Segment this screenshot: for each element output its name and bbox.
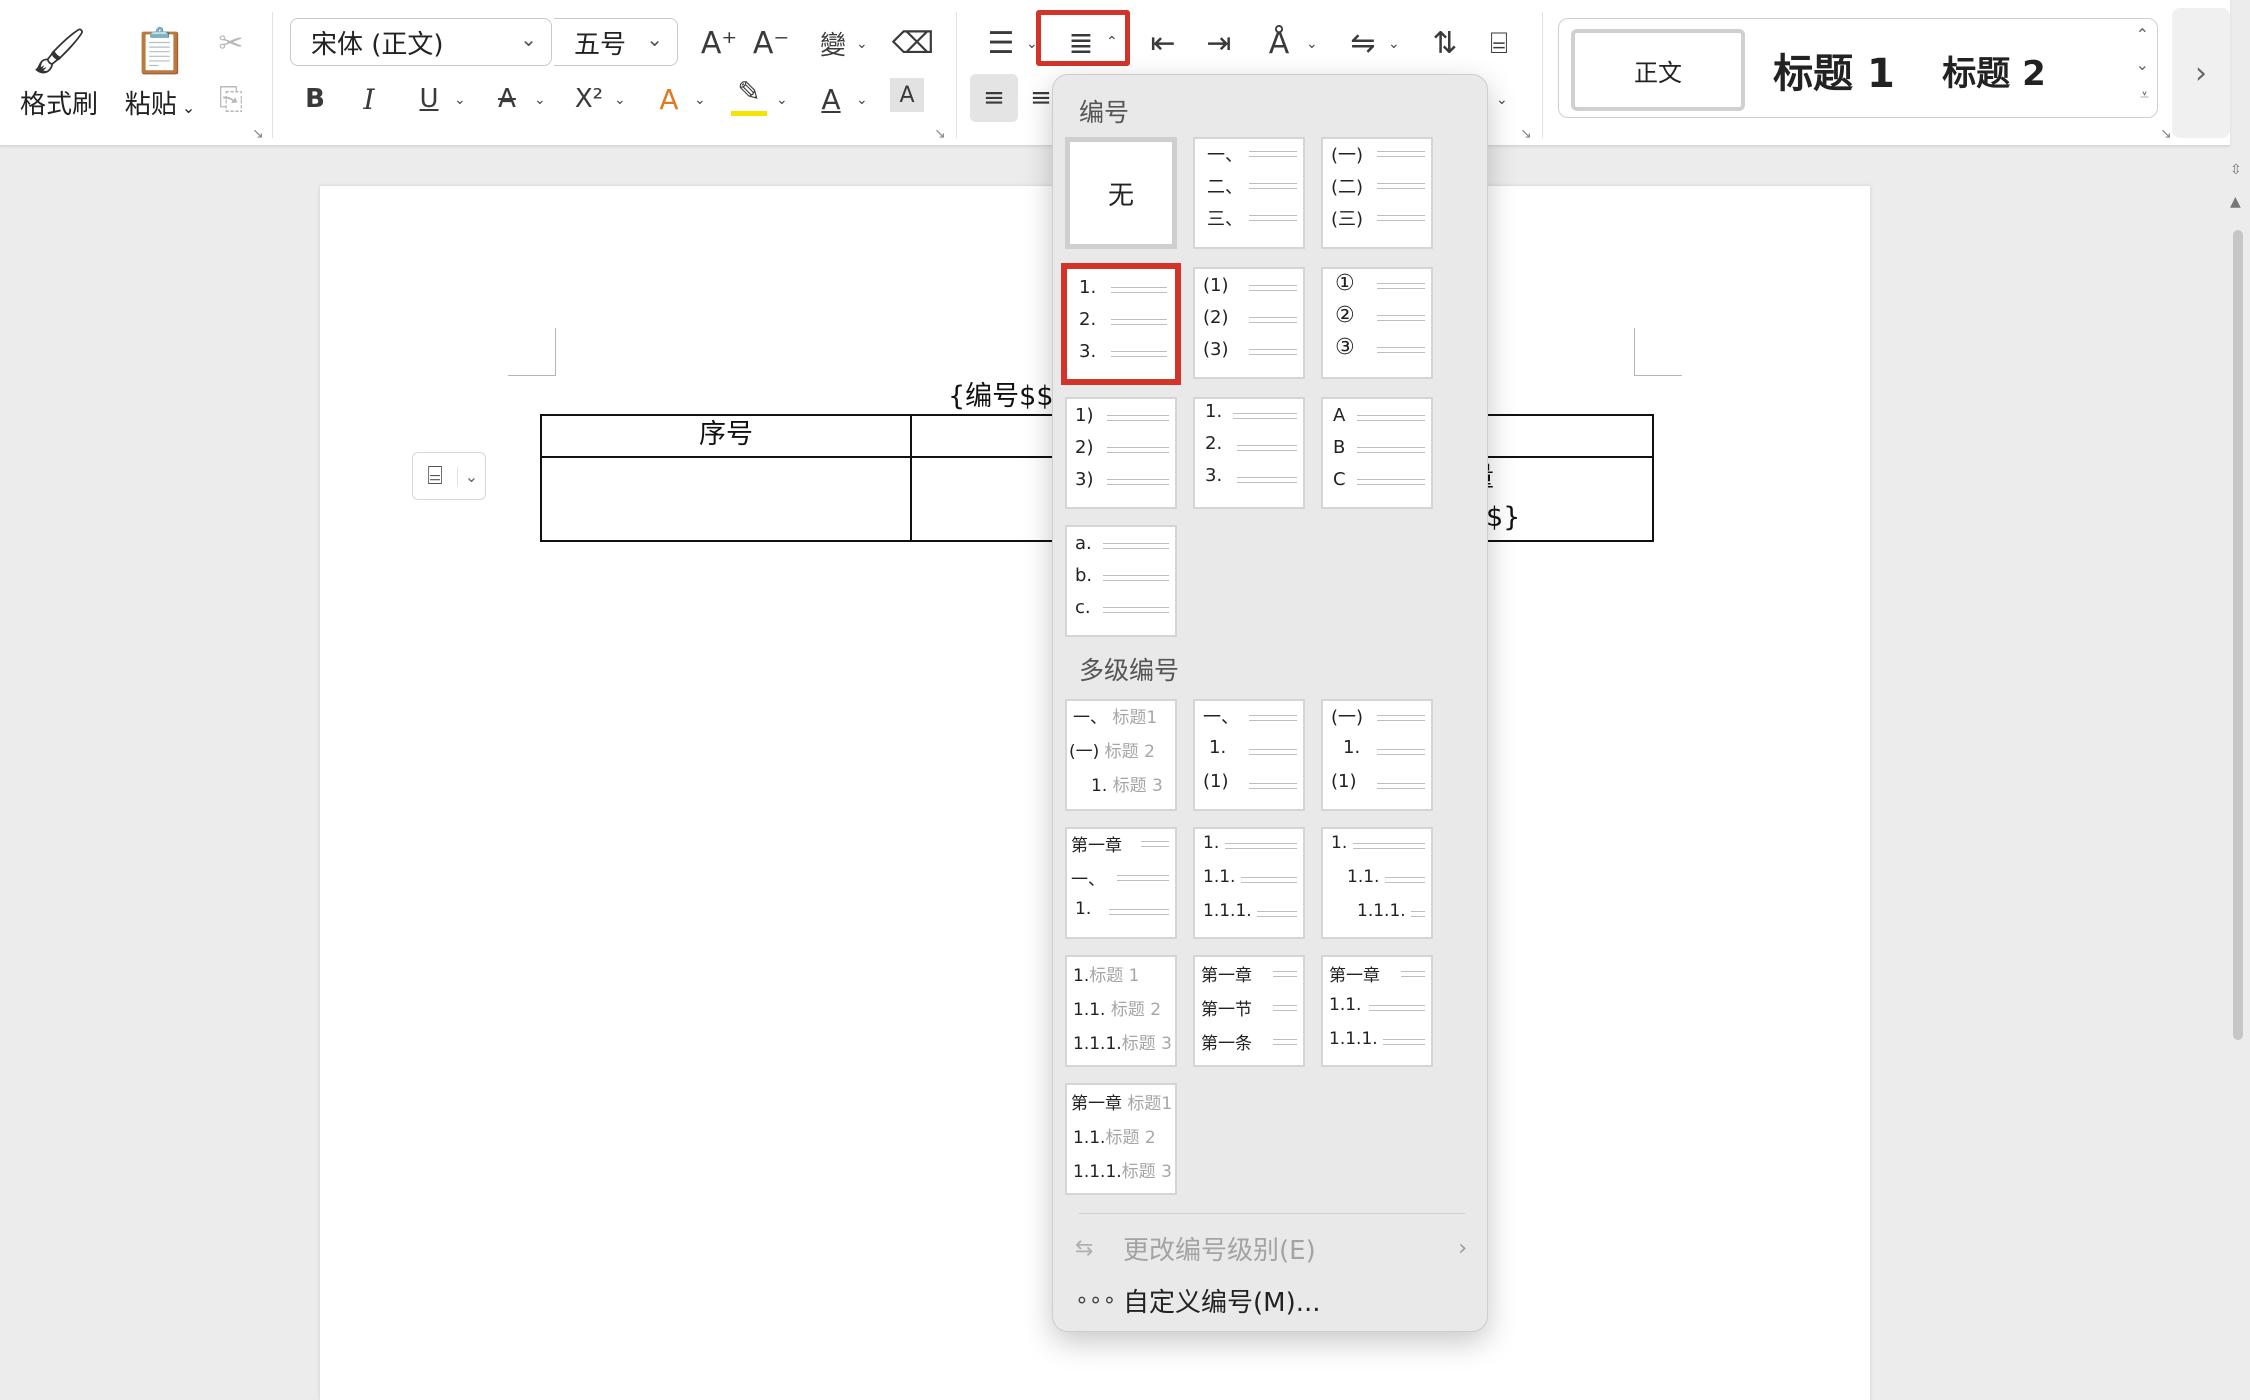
section-title-numbering: 编号 <box>1079 98 1130 127</box>
chevron-down-icon[interactable]: ⌄ <box>614 92 626 108</box>
style-heading-2[interactable]: 标题 2 <box>1919 29 2069 111</box>
font-size-select[interactable]: 五号 ⌄ <box>554 18 678 66</box>
numbering-circled-option[interactable]: ① ② ③ <box>1321 267 1433 379</box>
paintbrush-icon: 🖌 <box>31 26 87 77</box>
shrink-font-icon[interactable]: A⁻ <box>744 16 798 70</box>
numbering-arabic-dot-option[interactable]: 1. 2. 3. <box>1061 263 1181 385</box>
ribbon-next-chevron-icon[interactable]: › <box>2172 8 2230 138</box>
strikethrough-button[interactable]: A <box>480 72 534 126</box>
numbering-arabic-rparen-option[interactable]: 1) 2) 3) <box>1065 397 1177 509</box>
clipboard-icon: 📋 <box>132 26 188 77</box>
chevron-down-icon[interactable]: ⌄ <box>1496 92 1508 108</box>
align-left-icon[interactable]: ≡ <box>970 74 1018 122</box>
chevron-down-icon[interactable]: ⌄ <box>454 92 466 108</box>
scroll-up-icon[interactable]: ▲ <box>2230 194 2241 210</box>
gallery-expand-icon[interactable]: ⩡ <box>2140 85 2149 105</box>
divider <box>272 12 273 138</box>
highlight-icon[interactable]: ✎ <box>731 72 767 116</box>
multilevel-option-4[interactable]: 第一章 一、 1. <box>1065 827 1177 939</box>
font-dialog-launcher-icon[interactable]: ↘ <box>934 126 946 142</box>
chevron-down-icon: ⌄ <box>520 27 537 51</box>
numbering-dropdown-menu: 编号 无 一、 二、 三、 (一) (二) (三) 1. 2. 3. (1) (… <box>1052 74 1488 1332</box>
font-name-select[interactable]: 宋体 (正文) ⌄ <box>290 18 552 66</box>
scrollbar-thumb[interactable] <box>2233 230 2243 1040</box>
text-direction-icon[interactable]: Å <box>1252 16 1306 70</box>
styles-gallery: 正文 标题 1 标题 2 ⌃ ⌄ ⩡ <box>1558 18 2158 118</box>
gallery-scroll-up-icon[interactable]: ⌃ <box>2136 25 2149 44</box>
numbering-none-option[interactable]: 无 <box>1065 137 1177 249</box>
gallery-scroll-down-icon[interactable]: ⌄ <box>2136 55 2149 74</box>
change-level-icon: ⇆ <box>1075 1235 1094 1261</box>
multilevel-option-3[interactable]: (一) 1. (1) <box>1321 699 1433 811</box>
multilevel-option-1[interactable]: 一、 标题1 (一) 标题 2 1. 标题 3 <box>1065 699 1177 811</box>
scroll-split-icon[interactable]: ⇳ <box>2230 162 2242 178</box>
chevron-down-icon: ⌄ <box>176 98 196 117</box>
multilevel-option-7[interactable]: 1.标题 1 1.1. 标题 2 1.1.1.标题 3 <box>1065 955 1177 1067</box>
format-painter-button[interactable]: 🖌 格式刷 <box>14 20 104 121</box>
table-handle[interactable]: ⌸ ⌄ <box>412 452 486 500</box>
phonetic-guide-icon[interactable]: 變 <box>806 16 860 70</box>
table-header-cell[interactable]: 序号 <box>540 414 912 458</box>
paste-button[interactable]: 📋 粘贴 ⌄ <box>112 20 208 121</box>
multilevel-option-8[interactable]: 第一章 第一节 第一条 <box>1193 955 1305 1067</box>
text-flow-icon[interactable]: ⇋ <box>1336 16 1390 70</box>
menu-divider <box>1079 1213 1465 1214</box>
bold-button[interactable]: B <box>288 72 342 126</box>
change-numbering-level-item[interactable]: ⇆ 更改编号级别(E) › <box>1075 1225 1471 1271</box>
numbering-arabic-dot-wide-option[interactable]: 1. 2. 3. <box>1193 397 1305 509</box>
vertical-scrollbar[interactable]: ⇳ ▲ <box>2228 150 2250 1400</box>
paragraph-dialog-launcher-icon[interactable]: ↘ <box>1520 126 1532 142</box>
chevron-down-icon[interactable]: ⌄ <box>534 92 546 108</box>
multilevel-option-9[interactable]: 第一章 1.1. 1.1.1. <box>1321 955 1433 1067</box>
numbering-cn-paren-option[interactable]: (一) (二) (三) <box>1321 137 1433 249</box>
style-heading-1[interactable]: 标题 1 <box>1759 29 1909 111</box>
divider <box>1542 12 1543 138</box>
multilevel-option-5[interactable]: 1. 1.1. 1.1.1. <box>1193 827 1305 939</box>
decrease-indent-icon[interactable]: ⇤ <box>1136 16 1190 70</box>
char-shading-icon[interactable]: A <box>890 78 924 112</box>
chevron-down-icon[interactable]: ⌄ <box>776 92 788 108</box>
clear-format-eraser-icon[interactable]: ⌫ <box>886 16 940 70</box>
chevron-right-icon: › <box>1458 1235 1467 1261</box>
underline-button[interactable]: U <box>402 72 456 126</box>
chevron-down-icon[interactable]: ⌄ <box>694 92 706 108</box>
increase-indent-icon[interactable]: ⇥ <box>1192 16 1246 70</box>
font-color-icon[interactable]: A <box>804 72 858 126</box>
show-marks-icon[interactable]: ⌸ <box>1472 16 1526 70</box>
divider <box>956 12 957 138</box>
numbering-lower-alpha-option[interactable]: a. b. c. <box>1065 525 1177 637</box>
multilevel-option-10[interactable]: 第一章 标题1 1.1.标题 2 1.1.1.标题 3 <box>1065 1083 1177 1195</box>
style-normal[interactable]: 正文 <box>1571 29 1745 111</box>
copy-icon[interactable]: ⎘ <box>204 72 258 126</box>
numbering-cn-comma-option[interactable]: 一、 二、 三、 <box>1193 137 1305 249</box>
chevron-down-icon[interactable]: ⌄ <box>1306 36 1318 52</box>
chevron-down-icon: ⌄ <box>457 466 485 486</box>
section-title-multilevel: 多级编号 <box>1079 656 1180 685</box>
table-select-icon: ⌸ <box>427 460 443 491</box>
clipboard-dialog-launcher-icon[interactable]: ↘ <box>252 126 264 142</box>
chevron-down-icon[interactable]: ⌄ <box>856 36 868 52</box>
numbering-arabic-paren-option[interactable]: (1) (2) (3) <box>1193 267 1305 379</box>
table-cell[interactable] <box>540 456 912 542</box>
chevron-down-icon: ⌄ <box>646 27 663 51</box>
more-dots-icon: ∘∘∘ <box>1075 1287 1117 1313</box>
numbering-button-highlight <box>1036 10 1130 66</box>
cut-icon[interactable]: ✂ <box>204 16 258 70</box>
grow-font-icon[interactable]: A⁺ <box>692 16 746 70</box>
custom-numbering-item[interactable]: ∘∘∘ 自定义编号(M)... <box>1075 1277 1471 1323</box>
text-effect-icon[interactable]: A <box>642 72 696 126</box>
multilevel-option-6[interactable]: 1. 1.1. 1.1.1. <box>1321 827 1433 939</box>
italic-button[interactable]: I <box>342 72 396 126</box>
crop-mark <box>508 328 556 376</box>
sort-icon[interactable]: ⇅ <box>1418 16 1472 70</box>
chevron-down-icon[interactable]: ⌄ <box>1388 36 1400 52</box>
multilevel-option-2[interactable]: 一、 1. (1) <box>1193 699 1305 811</box>
bullet-list-icon[interactable]: ☰ <box>974 16 1028 70</box>
chevron-down-icon[interactable]: ⌄ <box>856 92 868 108</box>
numbering-upper-alpha-option[interactable]: A B C <box>1321 397 1433 509</box>
superscript-button[interactable]: X² <box>562 72 616 126</box>
crop-mark <box>1634 328 1682 376</box>
styles-dialog-launcher-icon[interactable]: ↘ <box>2160 126 2172 142</box>
